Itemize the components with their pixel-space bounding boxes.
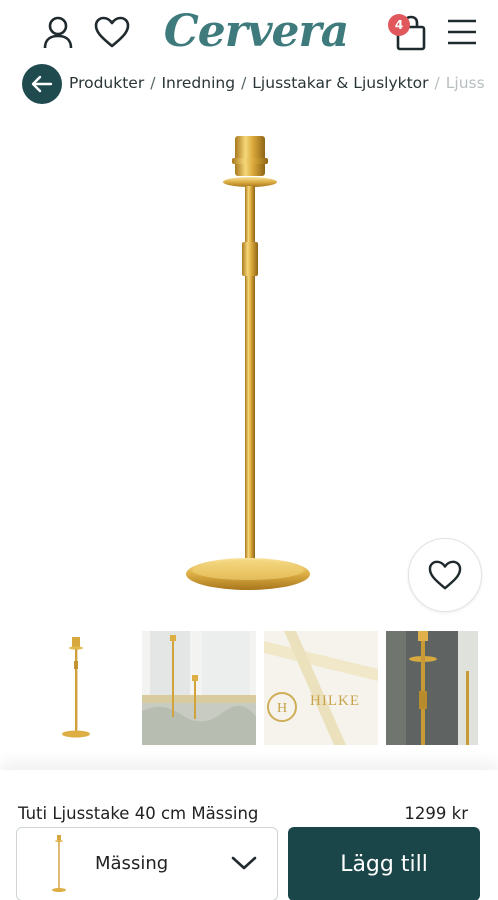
purchase-bar: Tuti Ljusstake 40 cm Mässing 1299 kr Mäs…	[0, 770, 498, 900]
thumbnail-1[interactable]	[20, 631, 134, 745]
svg-text:H: H	[277, 701, 287, 716]
variant-thumbnail	[52, 835, 66, 892]
thumbnail-4[interactable]	[386, 631, 478, 745]
breadcrumb-separator: /	[241, 74, 247, 92]
breadcrumb-item-inredning[interactable]: Inredning	[161, 74, 235, 92]
account-icon[interactable]	[38, 12, 78, 52]
breadcrumb-separator: /	[434, 74, 440, 92]
product-name: Tuti Ljusstake 40 cm Mässing	[18, 804, 259, 823]
variant-selected-value: Mässing	[95, 853, 169, 874]
hilke-logo-text: HILKE	[310, 693, 360, 709]
back-button[interactable]	[22, 64, 62, 104]
breadcrumb-item-current: Ljuss	[445, 74, 485, 92]
variant-select[interactable]: Mässing	[16, 827, 278, 900]
add-to-wishlist-button[interactable]	[408, 538, 482, 612]
heart-icon[interactable]	[90, 12, 134, 52]
breadcrumb-item-produkter[interactable]: Produkter	[69, 74, 144, 92]
breadcrumb-item-ljusstakar[interactable]: Ljusstakar & Ljuslyktor	[252, 74, 428, 92]
breadcrumb: Produkter / Inredning / Ljusstakar & Lju…	[0, 64, 498, 104]
thumbnail-2[interactable]	[142, 631, 256, 745]
heart-icon	[428, 560, 462, 590]
product-price: 1299 kr	[404, 804, 468, 823]
cart-count-badge: 4	[388, 14, 410, 36]
breadcrumb-separator: /	[150, 74, 156, 92]
add-to-cart-button[interactable]: Lägg till	[288, 827, 480, 900]
thumbnail-3[interactable]: H HILKE	[264, 631, 378, 745]
thumbnail-gallery: H HILKE	[20, 631, 498, 745]
cervera-logo[interactable]: Cervera	[158, 2, 354, 62]
site-header: Cervera 4	[0, 0, 498, 66]
chevron-down-icon	[231, 856, 257, 870]
logo-text: Cervera	[163, 6, 349, 57]
arrow-left-icon	[31, 75, 53, 93]
hamburger-menu-icon[interactable]	[442, 12, 482, 52]
